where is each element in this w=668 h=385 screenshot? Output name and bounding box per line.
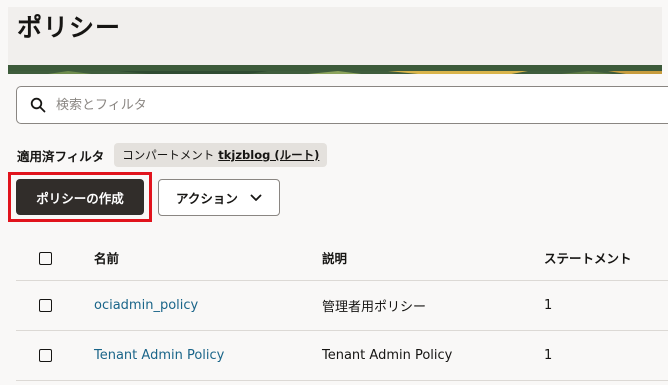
search-input[interactable] <box>54 96 618 114</box>
policy-statement-count: 1 <box>544 297 553 313</box>
column-header-name[interactable]: 名前 <box>94 235 322 281</box>
search-bar[interactable] <box>16 86 668 124</box>
policy-description: Tenant Admin Policy <box>322 347 453 363</box>
table-row: ociadmin_policy 管理者用ポリシー 1 <box>16 280 668 330</box>
search-icon <box>30 97 46 113</box>
chevron-down-icon <box>250 194 262 201</box>
policy-name-link[interactable]: ociadmin_policy <box>94 298 198 313</box>
page-title: ポリシー <box>17 13 122 42</box>
policy-statement-count: 1 <box>544 347 553 363</box>
applied-filters-label: 適用済フィルタ <box>17 148 105 164</box>
decorative-banner <box>8 65 662 74</box>
row-checkbox[interactable] <box>39 348 52 362</box>
banner-pattern-icon <box>8 71 662 74</box>
policies-table: 名前 説明 ステートメント ociadmin_policy 管理者用ポリシー 1… <box>16 235 668 381</box>
column-header-description[interactable]: 説明 <box>322 235 544 281</box>
create-policy-button[interactable]: ポリシーの作成 <box>16 179 144 215</box>
compartment-filter-chip[interactable]: コンパートメント tkjzblog (ルート) <box>114 143 328 167</box>
filter-chip-value[interactable]: tkjzblog (ルート) <box>218 148 319 162</box>
table-row: Tenant Admin Policy Tenant Admin Policy … <box>16 330 668 380</box>
applied-filters: 適用済フィルタ コンパートメント tkjzblog (ルート) <box>17 141 328 169</box>
actions-menu-label: アクション <box>176 191 238 206</box>
policy-name-link[interactable]: Tenant Admin Policy <box>94 348 224 363</box>
select-all-checkbox[interactable] <box>39 251 52 265</box>
actions-menu-button[interactable]: アクション <box>158 179 280 216</box>
row-checkbox[interactable] <box>39 298 52 312</box>
table-header-row: 名前 説明 ステートメント <box>16 235 668 281</box>
column-header-statements[interactable]: ステートメント <box>544 235 668 281</box>
policy-description: 管理者用ポリシー <box>322 299 427 315</box>
filter-chip-key: コンパートメント <box>122 148 215 162</box>
